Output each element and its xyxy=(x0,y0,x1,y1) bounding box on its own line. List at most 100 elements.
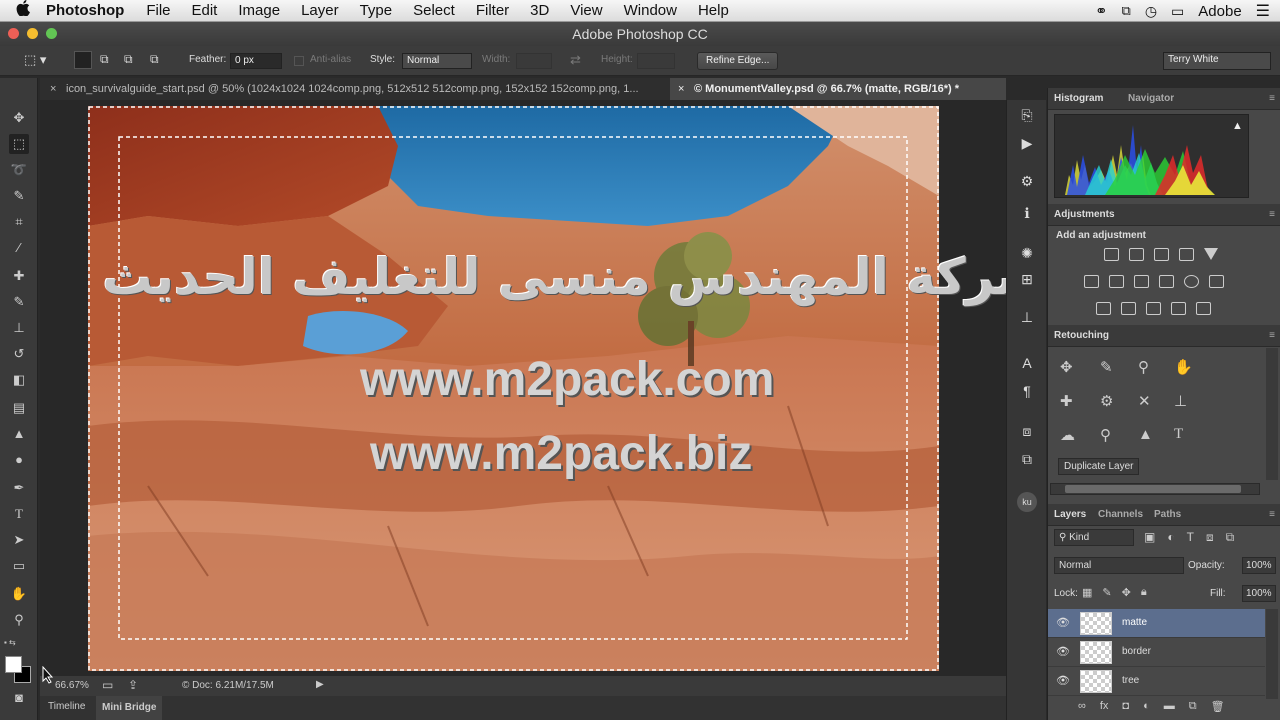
clone-source-icon[interactable]: ⊞ xyxy=(1017,270,1037,288)
dodge-tool-icon[interactable]: ● xyxy=(9,450,29,470)
tool-presets-icon[interactable]: ⊥ xyxy=(1017,308,1037,326)
tab-timeline[interactable]: Timeline xyxy=(48,701,85,712)
brightness-contrast-icon[interactable] xyxy=(1104,248,1119,261)
visibility-eye-icon[interactable]: 👁︎ xyxy=(1056,674,1070,687)
quick-mask-icon[interactable]: ◙ xyxy=(9,688,29,708)
filter-pixel-icon[interactable]: ▣ xyxy=(1144,530,1155,545)
levels-icon[interactable] xyxy=(1129,248,1144,261)
menu-select[interactable]: Select xyxy=(413,2,455,19)
retouch-move-icon[interactable]: ✥ xyxy=(1060,358,1073,376)
retouch-brush-icon[interactable]: ✎ xyxy=(1100,358,1113,376)
adjustments-title[interactable]: Adjustments xyxy=(1054,204,1115,226)
app-name-menu[interactable]: Photoshop xyxy=(46,2,124,19)
channel-mixer-icon[interactable] xyxy=(1184,275,1199,288)
rectangle-tool-icon[interactable]: ▭ xyxy=(9,556,29,576)
new-adjustment-layer-icon[interactable]: ◐ xyxy=(1143,700,1150,713)
new-group-icon[interactable]: ▬ xyxy=(1164,700,1175,713)
layer-style-icon[interactable]: fx xyxy=(1100,700,1109,713)
brush-tool-icon[interactable]: ✎ xyxy=(9,292,29,312)
move-tool-icon[interactable]: ✥ xyxy=(9,108,29,128)
character-panel-icon[interactable]: A xyxy=(1017,354,1037,372)
retouch-zoom-icon[interactable]: ⚲ xyxy=(1138,358,1149,376)
menu-image[interactable]: Image xyxy=(238,2,280,19)
properties-panel-icon[interactable]: ⚙ xyxy=(1017,172,1037,190)
posterize-icon[interactable] xyxy=(1121,302,1136,315)
marquee-tool-icon[interactable]: ⬚ xyxy=(9,134,29,154)
swatches-panel-icon[interactable]: ⧉ xyxy=(1017,450,1037,468)
panel-menu-icon[interactable]: ≡ xyxy=(1269,325,1275,347)
menu-window[interactable]: Window xyxy=(624,2,677,19)
healing-brush-tool-icon[interactable]: ✚ xyxy=(9,266,29,286)
link-layers-icon[interactable]: ∞ xyxy=(1078,700,1086,713)
lock-pixels-icon[interactable]: ✎ xyxy=(1102,586,1111,599)
gradient-tool-icon[interactable]: ▤ xyxy=(9,398,29,418)
zoom-level[interactable]: 66.67% xyxy=(55,680,89,691)
color-lookup-icon[interactable] xyxy=(1209,275,1224,288)
apple-menu-icon[interactable] xyxy=(0,0,46,21)
ku-panel-icon[interactable]: ku xyxy=(1017,492,1037,512)
tab-close-icon[interactable]: × xyxy=(50,78,56,100)
add-mask-icon[interactable]: ◘ xyxy=(1122,700,1129,713)
tab-navigator[interactable]: Navigator xyxy=(1128,88,1174,110)
crop-tool-icon[interactable]: ⌗ xyxy=(9,212,29,232)
default-colors-icon[interactable]: ▪ ⇆ xyxy=(4,638,16,647)
new-selection-icon[interactable] xyxy=(74,51,92,69)
menu-3d[interactable]: 3D xyxy=(530,2,549,19)
feather-input[interactable]: 0 px xyxy=(230,53,282,69)
type-tool-icon[interactable]: T xyxy=(9,504,29,524)
tab-histogram[interactable]: Histogram xyxy=(1054,88,1103,110)
history-panel-icon[interactable]: ⎘ xyxy=(1017,106,1037,124)
swap-icon[interactable]: ⇄ xyxy=(570,52,581,68)
fill-input[interactable]: 100% xyxy=(1242,585,1276,602)
status-preview-icon[interactable]: ▭ xyxy=(102,678,113,692)
retouch-patch-icon[interactable]: ⚙ xyxy=(1100,392,1113,410)
threshold-icon[interactable] xyxy=(1146,302,1161,315)
retouch-type-icon[interactable]: T xyxy=(1174,426,1183,443)
workspace-select[interactable]: Terry White xyxy=(1163,52,1271,70)
retouch-dodge-icon[interactable]: ⚲ xyxy=(1100,426,1111,444)
vibrance-icon[interactable] xyxy=(1204,248,1218,260)
timemachine-icon[interactable]: ◷ xyxy=(1145,3,1157,20)
eyedropper-tool-icon[interactable]: ⁄ xyxy=(9,238,29,258)
canvas-area[interactable]: شركة المهندس منسى للتغليف الحديث www.m2p… xyxy=(40,100,1006,676)
blend-mode-select[interactable]: Normal xyxy=(1054,557,1184,574)
zoom-window-button[interactable] xyxy=(46,28,57,39)
selective-color-icon[interactable] xyxy=(1196,302,1211,315)
lock-transparency-icon[interactable]: ▦ xyxy=(1082,586,1092,599)
lock-position-icon[interactable]: ✥ xyxy=(1122,586,1131,599)
refine-edge-button[interactable]: Refine Edge... xyxy=(697,52,779,70)
menu-list-icon[interactable]: ☰ xyxy=(1256,1,1270,21)
exposure-icon[interactable] xyxy=(1179,248,1194,261)
retouching-hscrollbar[interactable] xyxy=(1050,483,1260,495)
lasso-tool-icon[interactable]: ➰ xyxy=(9,160,29,180)
menu-layer[interactable]: Layer xyxy=(301,2,339,19)
layer-row-border[interactable]: 👁︎ border xyxy=(1048,638,1265,667)
opacity-input[interactable]: 100% xyxy=(1242,557,1276,574)
menu-edit[interactable]: Edit xyxy=(192,2,218,19)
layer-row-tree[interactable]: 👁︎ tree xyxy=(1048,667,1265,696)
pen-tool-icon[interactable]: ✒ xyxy=(9,478,29,498)
filter-smart-object-icon[interactable]: ⧉ xyxy=(1226,530,1235,545)
foreground-color-swatch[interactable] xyxy=(5,656,22,673)
menu-help[interactable]: Help xyxy=(698,2,729,19)
intersect-selection-icon[interactable]: ⧉ xyxy=(150,52,159,67)
status-share-icon[interactable]: ⇪ xyxy=(128,678,138,692)
retouching-vscrollbar[interactable] xyxy=(1266,348,1278,480)
color-balance-icon[interactable] xyxy=(1109,275,1124,288)
menu-filter[interactable]: Filter xyxy=(476,2,509,19)
tab-mini-bridge[interactable]: Mini Bridge xyxy=(96,696,163,720)
display-icon[interactable]: ▭ xyxy=(1171,3,1184,20)
history-brush-tool-icon[interactable]: ↺ xyxy=(9,344,29,364)
path-selection-tool-icon[interactable]: ➤ xyxy=(9,530,29,550)
panel-menu-icon[interactable]: ≡ xyxy=(1269,204,1275,226)
visibility-eye-icon[interactable]: 👁︎ xyxy=(1056,645,1070,658)
tab-close-icon[interactable]: × xyxy=(678,78,684,100)
menu-file[interactable]: File xyxy=(146,2,170,19)
tab-layers[interactable]: Layers xyxy=(1054,504,1086,526)
retouch-sponge-icon[interactable]: ☁ xyxy=(1060,426,1075,444)
tab-icon-survivalguide[interactable]: × icon_survivalguide_start.psd @ 50% (10… xyxy=(42,78,668,100)
quick-selection-tool-icon[interactable]: ✎ xyxy=(9,186,29,206)
add-selection-icon[interactable]: ⧉ xyxy=(100,52,109,67)
panel-menu-icon[interactable]: ≡ xyxy=(1269,88,1275,110)
filter-adjustment-icon[interactable]: ◐ xyxy=(1167,530,1174,545)
